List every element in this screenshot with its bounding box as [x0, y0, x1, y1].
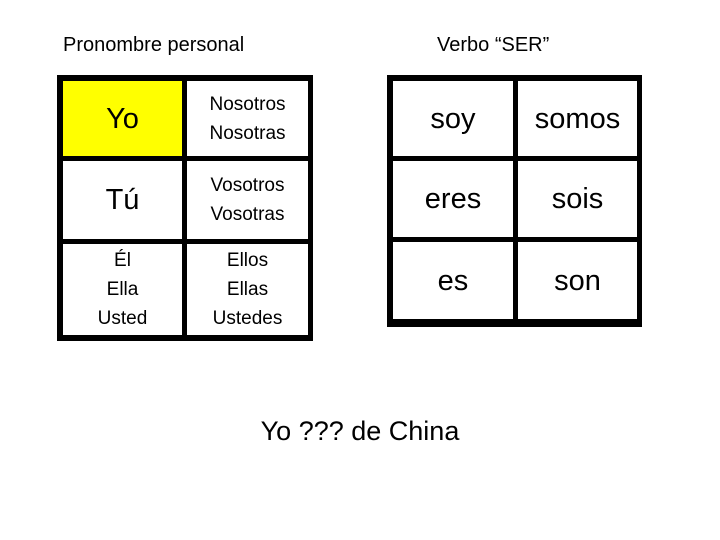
pronoun-text: Ellas — [226, 279, 269, 300]
pronoun-cell-yo: Yo — [63, 81, 182, 156]
pronoun-text: Vosotros — [210, 175, 285, 196]
verb-cell-soy: soy — [393, 81, 513, 156]
verb-form: son — [554, 264, 601, 297]
pronoun-text: Ustedes — [212, 308, 283, 329]
pronoun-cell-nosotros: Nosotros Nosotras — [187, 81, 308, 156]
pronoun-cell-tu: Tú — [63, 161, 182, 239]
pronoun-text: Usted — [97, 308, 148, 329]
pronoun-text: Tú — [105, 184, 140, 216]
verb-form: sois — [551, 183, 604, 215]
pronouns-heading: Pronombre personal — [63, 34, 245, 56]
pronoun-text: Nosotros — [209, 93, 286, 115]
pronoun-text: Yo — [106, 102, 139, 135]
verb-form: somos — [534, 102, 621, 135]
verb-form: es — [437, 264, 469, 297]
pronoun-table: Yo Nosotros Nosotras Tú Vosotros Vosotra… — [57, 75, 313, 341]
verb-cell-sois: sois — [518, 161, 637, 237]
pronoun-text: Nosotras — [209, 122, 286, 144]
prompt-sentence: Yo ??? de China — [260, 416, 460, 446]
verb-heading: Verbo “SER” — [437, 34, 550, 56]
verb-cell-es: es — [393, 242, 513, 319]
pronoun-cell-ellos: Ellos Ellas Ustedes — [187, 244, 308, 335]
pronoun-cell-el: Él Ella Usted — [63, 244, 182, 335]
pronoun-text: Vosotras — [210, 204, 285, 225]
pronoun-cell-vosotros: Vosotros Vosotras — [187, 161, 308, 239]
verb-form: eres — [424, 183, 482, 215]
pronoun-text: Él — [114, 250, 131, 271]
verb-cell-eres: eres — [393, 161, 513, 237]
pronoun-text: Ella — [106, 279, 139, 300]
verb-ser-table: soy somos eres sois es son — [387, 75, 642, 327]
verb-cell-somos: somos — [518, 81, 637, 156]
verb-cell-son: son — [518, 242, 637, 319]
pronoun-text: Ellos — [226, 250, 269, 271]
verb-form: soy — [430, 102, 476, 135]
